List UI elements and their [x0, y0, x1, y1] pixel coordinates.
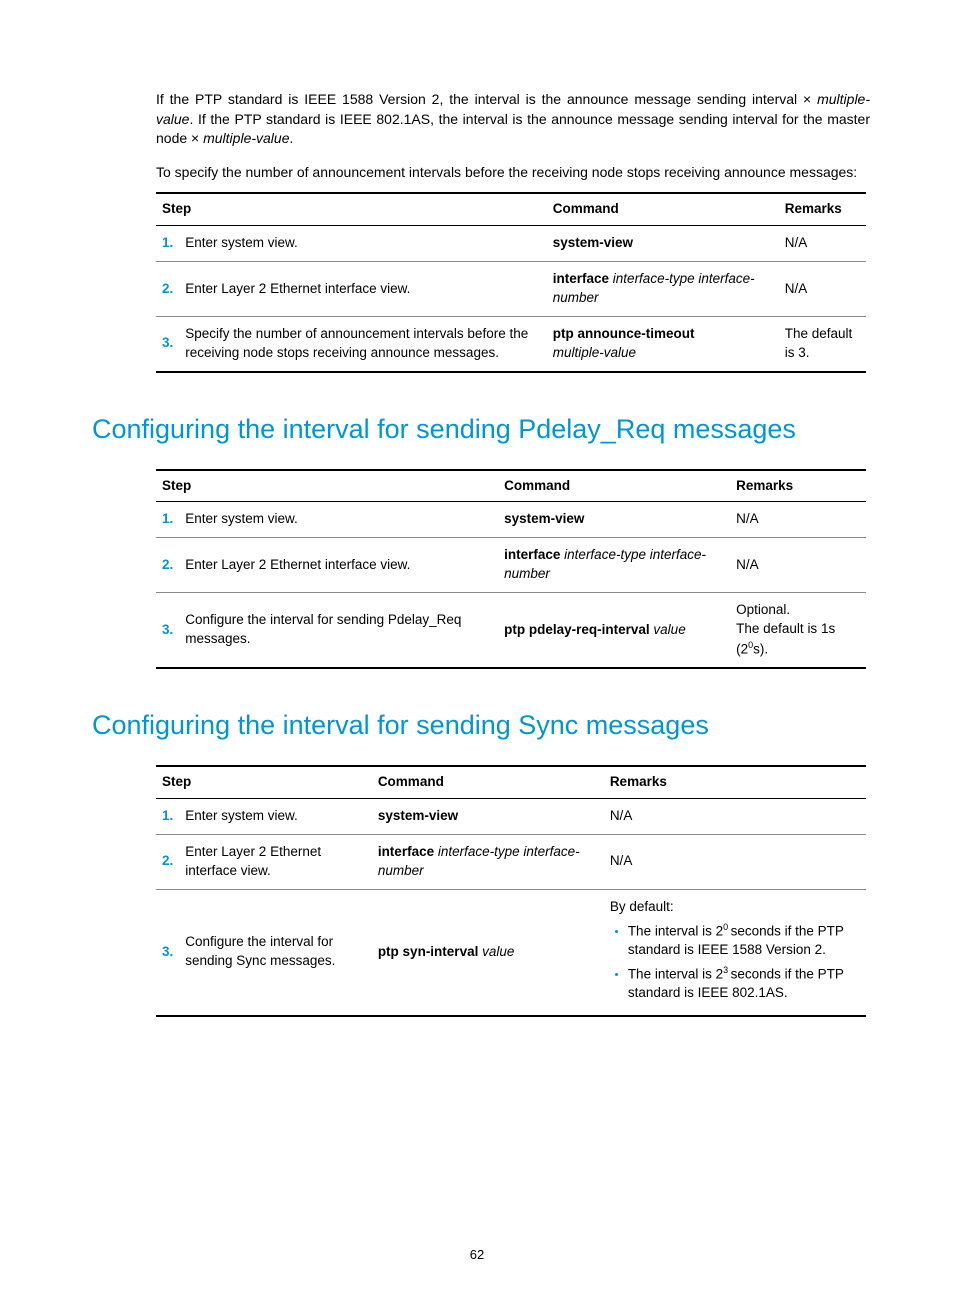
step-number: 1.	[156, 502, 179, 538]
step-description: Enter system view.	[179, 798, 372, 834]
step-description: Enter Layer 2 Ethernet interface view.	[179, 262, 547, 317]
steps-table-pdelay-req: Step Command Remarks 1. Enter system vie…	[156, 469, 866, 670]
table-row: 3. Specify the number of announcement in…	[156, 316, 866, 371]
step-description: Specify the number of announcement inter…	[179, 316, 547, 371]
step-remarks: N/A	[730, 538, 866, 593]
step-command: system-view	[498, 502, 730, 538]
superscript: 0	[723, 922, 731, 932]
text-italic: multiple-value	[203, 130, 289, 146]
col-header-step: Step	[156, 766, 372, 798]
step-command: system-view	[547, 226, 779, 262]
step-number: 1.	[156, 226, 179, 262]
intro-text: If the PTP standard is IEEE 1588 Version…	[92, 90, 870, 182]
command-bold: ptp syn-interval	[378, 944, 479, 959]
table-header-row: Step Command Remarks	[156, 193, 866, 225]
step-number: 3.	[156, 316, 179, 371]
step-remarks: N/A	[779, 226, 866, 262]
list-item: The interval is 23 seconds if the PTP st…	[628, 964, 860, 1003]
step-command: interface interface-type interface-numbe…	[547, 262, 779, 317]
col-header-remarks: Remarks	[604, 766, 866, 798]
remarks-header: By default:	[610, 898, 860, 917]
command-bold: ptp announce-timeout	[553, 326, 695, 341]
col-header-remarks: Remarks	[730, 470, 866, 502]
step-remarks: Optional. The default is 1s (20s).	[730, 593, 866, 669]
remarks-list: The interval is 20 seconds if the PTP st…	[610, 921, 860, 1004]
step-command: interface interface-type interface-numbe…	[372, 834, 604, 889]
table-row: 1. Enter system view. system-view N/A	[156, 502, 866, 538]
superscript: 3	[723, 965, 731, 975]
step-description: Enter system view.	[179, 502, 498, 538]
remarks-line: Optional.	[736, 601, 860, 620]
table-row: 3. Configure the interval for sending Pd…	[156, 593, 866, 669]
step-number: 2.	[156, 538, 179, 593]
command-bold: interface	[504, 547, 560, 562]
step-number: 3.	[156, 889, 179, 1016]
step-description: Enter Layer 2 Ethernet interface view.	[179, 834, 372, 889]
command-bold: interface	[553, 271, 609, 286]
step-number: 3.	[156, 593, 179, 669]
table-row: 3. Configure the interval for sending Sy…	[156, 889, 866, 1016]
command-bold: interface	[378, 844, 434, 859]
list-item: The interval is 20 seconds if the PTP st…	[628, 921, 860, 960]
step-description: Configure the interval for sending Sync …	[179, 889, 372, 1016]
col-header-step: Step	[156, 470, 498, 502]
steps-table-announce-timeout: Step Command Remarks 1. Enter system vie…	[156, 192, 866, 372]
text: s).	[753, 641, 768, 656]
page-number: 62	[0, 1246, 954, 1264]
table-row: 1. Enter system view. system-view N/A	[156, 798, 866, 834]
document-page: If the PTP standard is IEEE 1588 Version…	[0, 0, 954, 1296]
step-command: interface interface-type interface-numbe…	[498, 538, 730, 593]
text: The interval is 2	[628, 966, 723, 981]
table-row: 2. Enter Layer 2 Ethernet interface view…	[156, 538, 866, 593]
intro-paragraph-2: To specify the number of announcement in…	[92, 163, 870, 183]
step-number: 2.	[156, 262, 179, 317]
steps-table-sync: Step Command Remarks 1. Enter system vie…	[156, 765, 866, 1017]
text: The default is 1s (2	[736, 621, 835, 656]
section-heading-sync: Configuring the interval for sending Syn…	[92, 707, 870, 745]
col-header-command: Command	[547, 193, 779, 225]
text: The interval is 2	[628, 923, 723, 938]
col-header-step: Step	[156, 193, 547, 225]
intro-paragraph-1: If the PTP standard is IEEE 1588 Version…	[92, 90, 870, 149]
step-remarks: N/A	[779, 262, 866, 317]
step-command: ptp syn-interval value	[372, 889, 604, 1016]
command-italic: value	[650, 622, 686, 637]
remarks-line: The default is 1s (20s).	[736, 620, 860, 659]
step-remarks: The default is 3.	[779, 316, 866, 371]
command-bold: system-view	[553, 235, 633, 250]
step-number: 1.	[156, 798, 179, 834]
col-header-remarks: Remarks	[779, 193, 866, 225]
text: .	[289, 130, 293, 146]
step-remarks: By default: The interval is 20 seconds i…	[604, 889, 866, 1016]
table-header-row: Step Command Remarks	[156, 766, 866, 798]
step-command: ptp pdelay-req-interval value	[498, 593, 730, 669]
step-description: Enter system view.	[179, 226, 547, 262]
command-italic: value	[478, 944, 514, 959]
step-remarks: N/A	[604, 834, 866, 889]
text: If the PTP standard is IEEE 1588 Version…	[156, 91, 817, 107]
command-bold: ptp pdelay-req-interval	[504, 622, 650, 637]
step-remarks: N/A	[730, 502, 866, 538]
col-header-command: Command	[372, 766, 604, 798]
col-header-command: Command	[498, 470, 730, 502]
step-command: ptp announce-timeout multiple-value	[547, 316, 779, 371]
table-row: 2. Enter Layer 2 Ethernet interface view…	[156, 834, 866, 889]
step-remarks: N/A	[604, 798, 866, 834]
table-row: 1. Enter system view. system-view N/A	[156, 226, 866, 262]
step-number: 2.	[156, 834, 179, 889]
step-description: Enter Layer 2 Ethernet interface view.	[179, 538, 498, 593]
section-heading-pdelay: Configuring the interval for sending Pde…	[92, 411, 870, 449]
step-description: Configure the interval for sending Pdela…	[179, 593, 498, 669]
command-bold: system-view	[378, 808, 458, 823]
table-header-row: Step Command Remarks	[156, 470, 866, 502]
step-command: system-view	[372, 798, 604, 834]
command-italic: multiple-value	[553, 345, 636, 360]
command-bold: system-view	[504, 511, 584, 526]
table-row: 2. Enter Layer 2 Ethernet interface view…	[156, 262, 866, 317]
